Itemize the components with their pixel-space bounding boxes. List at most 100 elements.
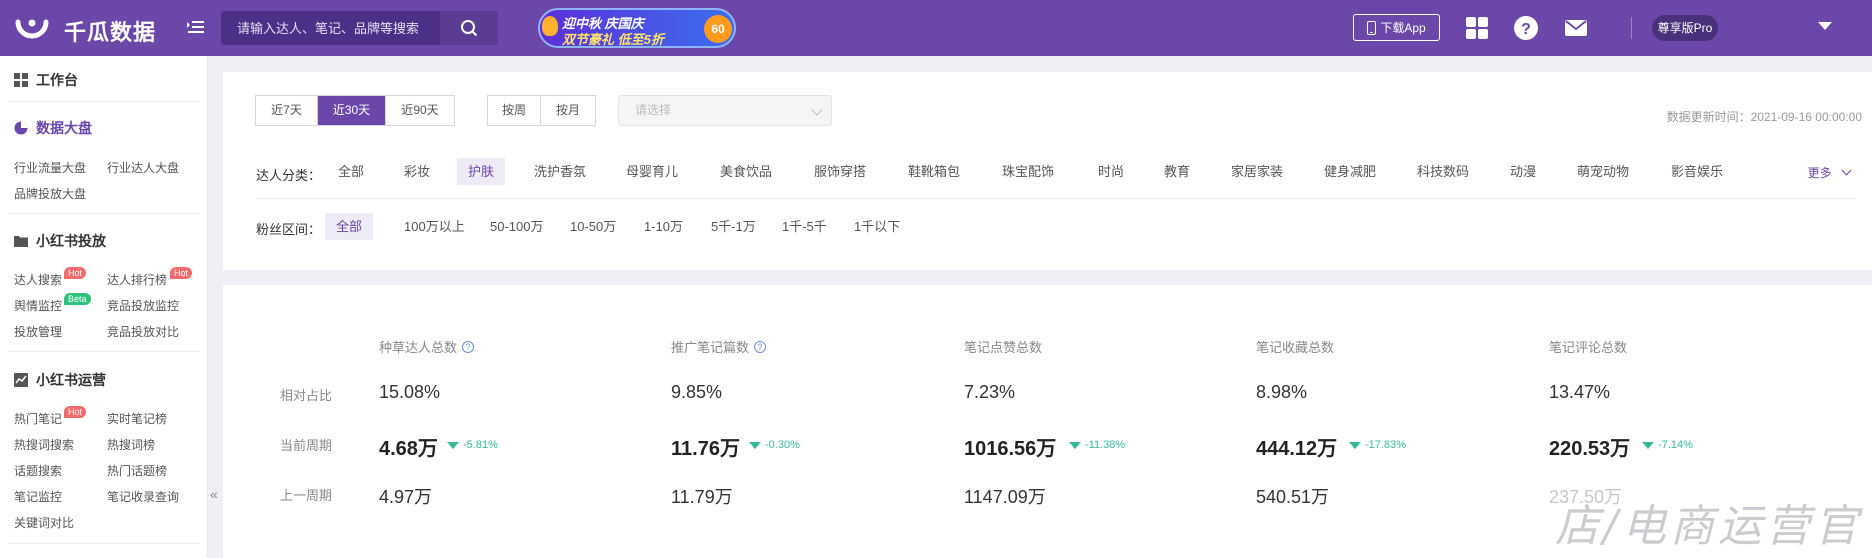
sidebar-item-kol-search[interactable]: 达人搜索 — [14, 271, 62, 288]
stat-ratio: 9.85% — [671, 382, 723, 402]
mail-icon[interactable] — [1563, 15, 1589, 41]
down-arrow-icon — [1349, 441, 1361, 449]
category-chip[interactable]: 母婴育儿 — [615, 158, 689, 185]
help-icon[interactable]: ? — [1513, 15, 1539, 41]
tab-7-days[interactable]: 近7天 — [256, 96, 318, 125]
sidebar-item-ad-management[interactable]: 投放管理 — [14, 323, 62, 340]
menu-toggle-icon[interactable] — [186, 17, 206, 37]
sidebar-item-hot-search-ranking[interactable]: 热搜词榜 — [107, 436, 155, 453]
fans-chip[interactable]: 100万以上 — [393, 213, 476, 240]
category-chip[interactable]: 时尚 — [1087, 158, 1135, 185]
sidebar-item-competitor-monitor[interactable]: 竞品投放监控 — [107, 297, 179, 314]
question-icon[interactable]: ? — [462, 340, 475, 353]
row-label-previous: 上一周期 — [280, 488, 333, 503]
fans-chip[interactable]: 1千-5千 — [771, 213, 838, 240]
sidebar-dashboard-title: 数据大盘 — [36, 120, 92, 136]
sidebar-section-xhs-ops[interactable]: 小红书运营 — [14, 370, 106, 390]
filter-divider — [256, 198, 1856, 199]
stat-delta: -17.83% — [1349, 439, 1406, 451]
tab-by-month[interactable]: 按月 — [541, 96, 595, 125]
stat-ratio: 8.98% — [1256, 382, 1308, 402]
top-bar: 千瓜数据 迎中秋 庆国庆 双节豪礼 低至5折 60 下载App ? 尊享版Pro — [0, 0, 1872, 56]
category-chip[interactable]: 洗护香氛 — [523, 158, 597, 185]
stat-title-comments: 笔记评论总数 — [1549, 337, 1627, 356]
stat-current: 11.76万 — [671, 438, 740, 460]
category-chip-selected[interactable]: 护肤 — [457, 158, 506, 185]
sidebar-xhs-ops-title: 小红书运营 — [36, 372, 106, 388]
tab-by-week[interactable]: 按周 — [488, 96, 541, 125]
category-chip[interactable]: 教育 — [1153, 158, 1201, 185]
sidebar-item-hot-search[interactable]: 热搜词搜索 — [14, 436, 74, 453]
sidebar-item-note-monitor[interactable]: 笔记监控 — [14, 488, 62, 505]
sidebar-item-realtime-notes[interactable]: 实时笔记榜 — [107, 410, 167, 427]
tab-30-days[interactable]: 近30天 — [318, 96, 386, 125]
sidebar-item-hot-notes[interactable]: 热门笔记 — [14, 410, 62, 427]
logo-icon[interactable] — [14, 10, 50, 46]
period-select[interactable]: 请选择 — [618, 95, 832, 126]
fans-chip[interactable]: 5千-1万 — [700, 213, 767, 240]
sidebar-item-kol-ranking[interactable]: 达人排行榜 — [107, 271, 167, 288]
sidebar-section-xhs-ads[interactable]: 小红书投放 — [14, 231, 106, 251]
sidebar-item-keyword-compare[interactable]: 关键词对比 — [14, 514, 74, 531]
fans-chip[interactable]: 50-100万 — [479, 213, 554, 240]
fans-chip[interactable]: 1千以下 — [843, 213, 911, 240]
category-chip[interactable]: 鞋靴箱包 — [897, 158, 971, 185]
sidebar-item-note-index-query[interactable]: 笔记收录查询 — [107, 488, 179, 505]
sidebar-item-industry-kol[interactable]: 行业达人大盘 — [107, 159, 179, 176]
fans-chip[interactable]: 1-10万 — [633, 213, 694, 240]
category-chip[interactable]: 服饰穿搭 — [803, 158, 877, 185]
sidebar-item-industry-traffic[interactable]: 行业流量大盘 — [14, 159, 86, 176]
tab-90-days[interactable]: 近90天 — [386, 96, 454, 125]
more-label: 更多 — [1807, 166, 1832, 180]
sidebar-divider — [8, 543, 200, 544]
sidebar-workbench[interactable]: 工作台 — [14, 70, 78, 90]
row-label-ratio: 相对占比 — [280, 388, 333, 403]
category-chip[interactable]: 美食饮品 — [709, 158, 783, 185]
category-chip[interactable]: 萌宠动物 — [1566, 158, 1640, 185]
stat-delta-value: -17.83% — [1365, 439, 1406, 451]
sidebar-collapse-button[interactable]: « — [208, 450, 222, 540]
stat-title-label: 推广笔记篇数 — [671, 340, 750, 355]
fans-chip-selected[interactable]: 全部 — [325, 213, 374, 240]
more-categories-button[interactable]: 更多 — [1807, 164, 1852, 181]
stat-ratio: 13.47% — [1549, 382, 1611, 402]
search-input[interactable] — [221, 11, 441, 45]
stat-ratio: 7.23% — [964, 382, 1016, 402]
category-label: 达人分类： — [256, 168, 322, 183]
category-chip[interactable]: 全部 — [327, 158, 375, 185]
stat-current: 444.12万 — [1256, 438, 1338, 460]
down-arrow-icon — [749, 441, 761, 449]
account-dropdown-icon[interactable] — [1818, 22, 1832, 30]
category-chip[interactable]: 家居家装 — [1220, 158, 1294, 185]
sidebar-item-sentiment[interactable]: 舆情监控 — [14, 297, 62, 314]
stat-title-favorites: 笔记收藏总数 — [1256, 337, 1334, 356]
category-chip[interactable]: 科技数码 — [1406, 158, 1480, 185]
sidebar-item-brand-ads[interactable]: 品牌投放大盘 — [14, 185, 86, 202]
phone-icon — [1367, 20, 1377, 35]
fans-chip[interactable]: 10-50万 — [559, 213, 627, 240]
sidebar-section-dashboard[interactable]: 数据大盘 — [14, 118, 92, 138]
chevron-down-icon — [811, 104, 823, 116]
sidebar-item-hot-topics[interactable]: 热门话题榜 — [107, 462, 167, 479]
question-icon[interactable]: ? — [754, 340, 767, 353]
category-chip[interactable]: 珠宝配饰 — [991, 158, 1065, 185]
promo-banner[interactable]: 迎中秋 庆国庆 双节豪礼 低至5折 60 — [538, 8, 736, 48]
chevron-down-icon — [1841, 165, 1852, 176]
vip-badge[interactable]: 尊享版Pro — [1652, 15, 1718, 41]
sidebar-item-topic-search[interactable]: 话题搜索 — [14, 462, 62, 479]
download-app-button[interactable]: 下载App — [1353, 14, 1440, 41]
category-chip[interactable]: 动漫 — [1499, 158, 1547, 185]
category-chip[interactable]: 彩妆 — [393, 158, 441, 185]
stat-title-kol-count: 种草达人总数 ? — [379, 337, 475, 356]
search-button[interactable] — [440, 11, 498, 45]
category-chip[interactable]: 影音娱乐 — [1660, 158, 1734, 185]
brand-name[interactable]: 千瓜数据 — [64, 15, 156, 47]
apps-grid-icon[interactable] — [1464, 15, 1490, 41]
sidebar-item-competitor-compare[interactable]: 竞品投放对比 — [107, 323, 179, 340]
hot-badge: Hot — [64, 267, 87, 279]
stat-title-likes: 笔记点赞总数 — [964, 337, 1042, 356]
stat-title-label: 笔记点赞总数 — [964, 340, 1043, 355]
category-chip[interactable]: 健身减肥 — [1313, 158, 1387, 185]
fans-label: 粉丝区间： — [256, 222, 322, 237]
sidebar: 工作台 数据大盘 行业流量大盘 行业达人大盘 品牌投放大盘 小红书投放 达人搜索… — [0, 56, 208, 558]
